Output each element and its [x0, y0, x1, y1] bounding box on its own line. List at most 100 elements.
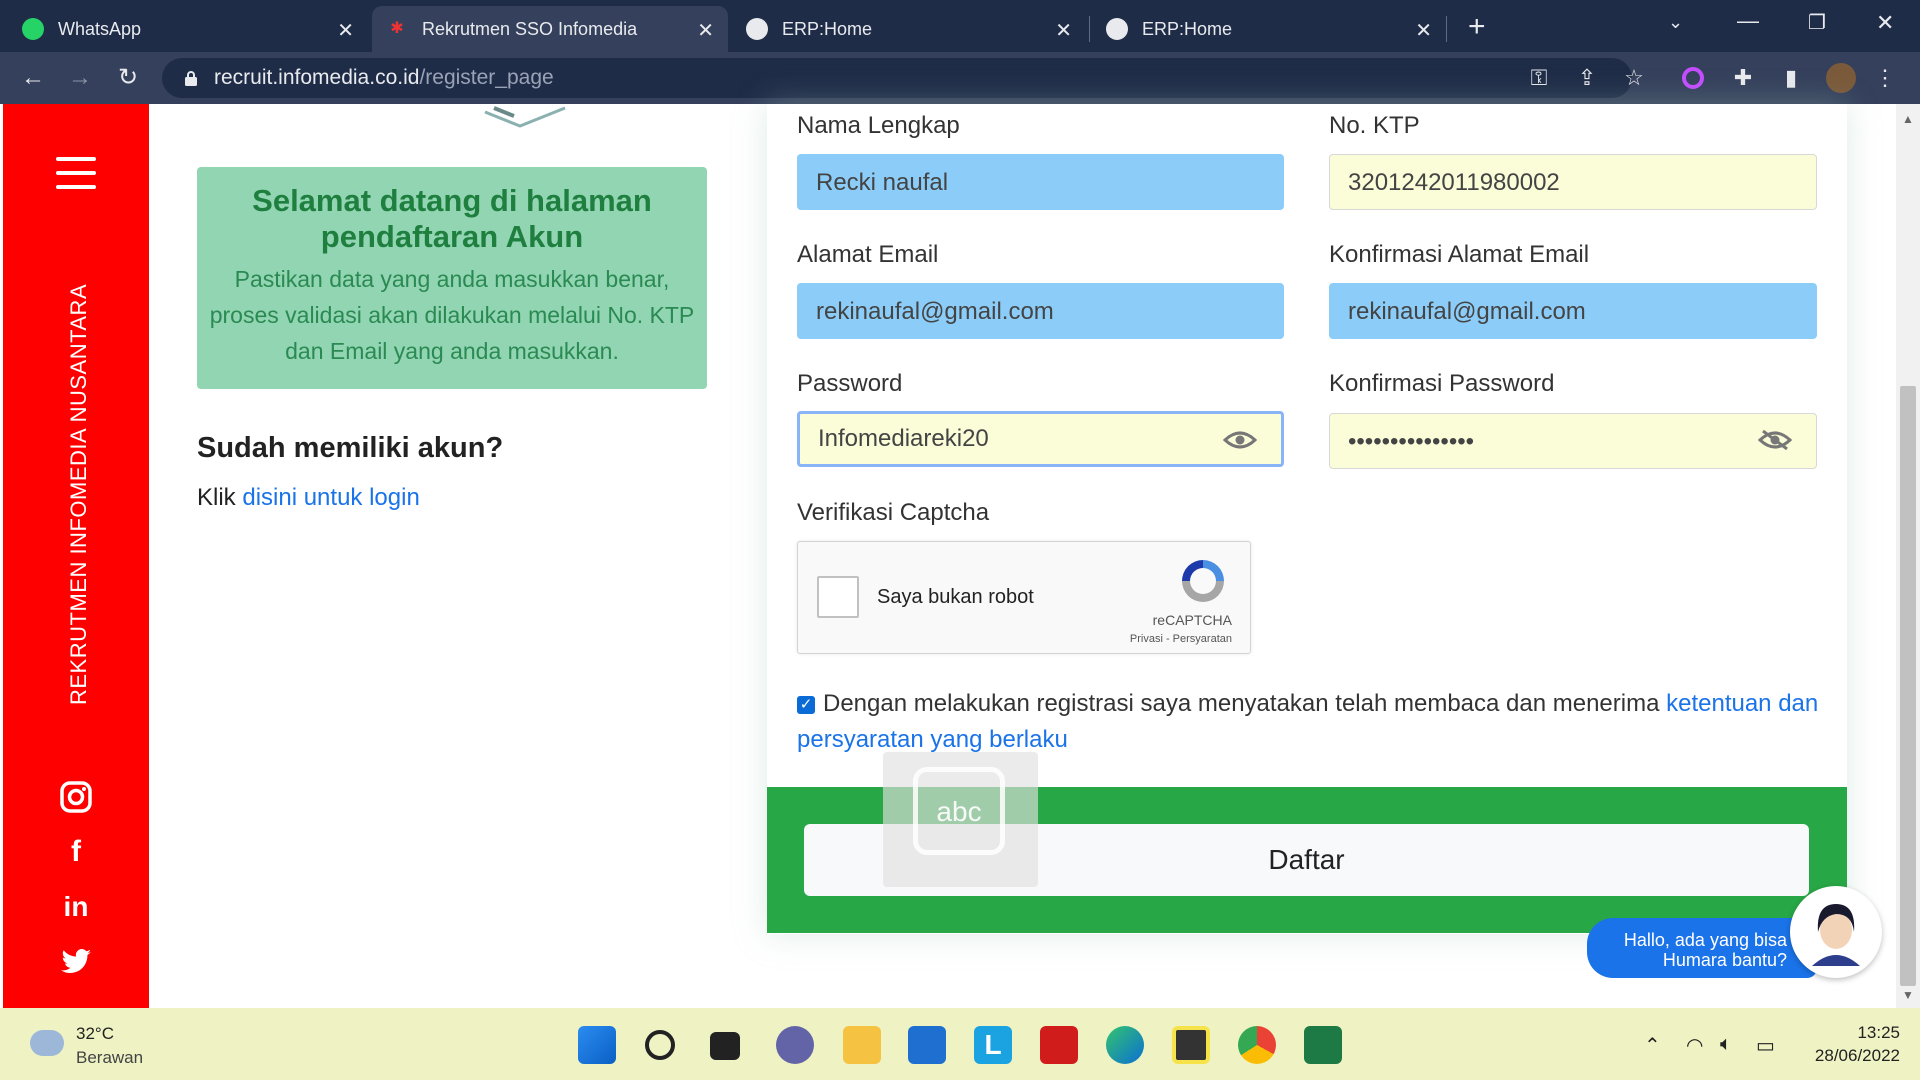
- scrollbar-thumb[interactable]: [1900, 386, 1916, 986]
- hamburger-menu-icon[interactable]: [56, 157, 96, 191]
- l-app-icon[interactable]: L: [974, 1026, 1012, 1064]
- windows-start-icon[interactable]: [578, 1026, 616, 1064]
- weather-temp[interactable]: 32°C: [76, 1024, 114, 1044]
- email-label: Alamat Email: [797, 241, 939, 268]
- back-icon[interactable]: ←: [17, 62, 49, 94]
- minimize-icon[interactable]: —: [1737, 8, 1759, 34]
- terms-checkbox[interactable]: ✓: [797, 696, 815, 714]
- file-explorer-icon[interactable]: [843, 1026, 881, 1064]
- password-value: Infomediareki20: [818, 425, 989, 452]
- mcafee-icon[interactable]: [1040, 1026, 1078, 1064]
- clock-time[interactable]: 13:25: [1808, 1023, 1900, 1043]
- password-confirm-label: Konfirmasi Password: [1329, 370, 1555, 397]
- browser-tab-bar: WhatsApp ✕ ✱ Rekrutmen SSO Infomedia ✕ E…: [0, 0, 1920, 52]
- url-path: /register_page: [419, 66, 554, 89]
- tab-title: Rekrutmen SSO Infomedia: [422, 18, 638, 39]
- extensions-puzzle-icon[interactable]: ✚: [1730, 65, 1756, 91]
- tab-search-icon[interactable]: ⌄: [1668, 12, 1683, 33]
- chat-assistant-avatar[interactable]: [1790, 886, 1882, 978]
- password-label: Password: [797, 370, 903, 397]
- ktp-input[interactable]: 3201242011980002: [1329, 154, 1817, 210]
- whatsapp-icon: [22, 18, 44, 40]
- forward-icon[interactable]: →: [64, 62, 96, 94]
- welcome-body: Pastikan data yang anda masukkan benar, …: [209, 266, 695, 364]
- bookmark-star-icon[interactable]: ☆: [1621, 65, 1647, 91]
- tab-whatsapp[interactable]: WhatsApp ✕: [8, 6, 368, 52]
- search-icon[interactable]: [645, 1030, 675, 1060]
- tab-rekrutmen[interactable]: ✱ Rekrutmen SSO Infomedia ✕: [372, 6, 728, 52]
- login-link[interactable]: disini untuk login: [242, 484, 419, 511]
- tab-separator: [1446, 16, 1447, 42]
- tab-separator: [1089, 16, 1090, 42]
- nama-input[interactable]: Recki naufal: [797, 154, 1284, 210]
- captcha-label: Verifikasi Captcha: [797, 499, 990, 526]
- task-view-icon[interactable]: [710, 1032, 740, 1060]
- new-tab-icon[interactable]: +: [1468, 10, 1486, 44]
- teams-chat-icon[interactable]: [776, 1026, 814, 1064]
- share-icon[interactable]: ⇪: [1574, 65, 1600, 91]
- scroll-down-icon[interactable]: ▼: [1900, 988, 1916, 1004]
- floating-keyboard-widget[interactable]: abc: [883, 752, 1038, 887]
- nama-label: Nama Lengkap: [797, 112, 960, 139]
- weather-desc[interactable]: Berawan: [76, 1048, 143, 1068]
- have-account-heading: Sudah memiliki akun?: [197, 432, 504, 464]
- login-prefix: Klik: [197, 484, 236, 511]
- close-icon[interactable]: ✕: [1415, 18, 1432, 43]
- chat-bubble[interactable]: Hallo, ada yang bisa Humara bantu?: [1587, 918, 1817, 978]
- close-icon[interactable]: ✕: [1055, 18, 1072, 43]
- wifi-icon[interactable]: ◠: [1686, 1033, 1703, 1058]
- key-icon[interactable]: ⚿: [1526, 65, 1552, 91]
- more-menu-icon[interactable]: ⋮: [1872, 65, 1898, 91]
- weather-cloud-icon: [30, 1030, 64, 1056]
- chrome-icon[interactable]: [1238, 1026, 1276, 1064]
- tab-title: WhatsApp: [58, 18, 142, 39]
- tab-erp-home-1[interactable]: ERP:Home ✕: [732, 6, 1086, 52]
- tab-erp-home-2[interactable]: ERP:Home ✕: [1092, 6, 1446, 52]
- lock-icon: [185, 71, 197, 86]
- captcha-terms[interactable]: Privasi - Persyaratan: [1130, 633, 1232, 645]
- password-input[interactable]: Infomediareki20: [797, 411, 1284, 467]
- restore-icon[interactable]: ❐: [1808, 10, 1826, 35]
- clock-date[interactable]: 28/06/2022: [1790, 1046, 1900, 1066]
- assistant-avatar-icon: [1794, 890, 1878, 974]
- captcha-brand: reCAPTCHA: [1152, 612, 1232, 628]
- password-confirm-value: •••••••••••••••: [1348, 428, 1475, 455]
- facebook-icon[interactable]: f: [58, 834, 94, 870]
- edge-icon[interactable]: [1106, 1026, 1144, 1064]
- microsoft-store-icon[interactable]: [908, 1026, 946, 1064]
- windows-taskbar: [0, 1008, 1920, 1080]
- color-extension-icon[interactable]: [1682, 67, 1704, 89]
- illustration-fragment: [484, 106, 566, 128]
- ktp-label: No. KTP: [1329, 112, 1420, 139]
- volume-icon[interactable]: 🔈︎: [1720, 1033, 1732, 1056]
- address-bar[interactable]: recruit.infomedia.co.id/register_page: [162, 58, 1632, 98]
- profile-avatar[interactable]: [1826, 63, 1856, 93]
- instagram-icon[interactable]: [58, 779, 94, 815]
- login-line: Klik disini untuk login: [197, 484, 420, 512]
- tab-title: ERP:Home: [782, 18, 873, 39]
- window-close-icon[interactable]: ✕: [1876, 10, 1894, 36]
- globe-icon: [746, 18, 768, 40]
- infomedia-favicon: ✱: [390, 20, 404, 37]
- reload-icon[interactable]: ↻: [112, 62, 144, 94]
- close-icon[interactable]: ✕: [697, 18, 714, 43]
- abc-icon: abc: [913, 767, 1005, 855]
- excel-icon[interactable]: [1304, 1026, 1342, 1064]
- password-confirm-input[interactable]: •••••••••••••••: [1329, 413, 1817, 469]
- side-panel-icon[interactable]: ▮: [1778, 65, 1804, 91]
- eye-icon[interactable]: [1223, 430, 1257, 450]
- email-input[interactable]: rekinaufal@gmail.com: [797, 283, 1284, 339]
- linkedin-icon[interactable]: in: [58, 889, 94, 925]
- email-confirm-label: Konfirmasi Alamat Email: [1329, 241, 1590, 268]
- sticky-notes-icon[interactable]: [1172, 1026, 1210, 1064]
- captcha-checkbox[interactable]: [817, 576, 859, 618]
- globe-icon: [1106, 18, 1128, 40]
- tray-chevron-icon[interactable]: ⌃: [1644, 1033, 1661, 1058]
- twitter-icon[interactable]: [58, 944, 94, 980]
- close-icon[interactable]: ✕: [337, 18, 354, 43]
- eye-slash-icon[interactable]: [1758, 430, 1792, 450]
- scroll-up-icon[interactable]: ▲: [1900, 112, 1916, 128]
- email-confirm-input[interactable]: rekinaufal@gmail.com: [1329, 283, 1817, 339]
- recaptcha-logo-icon: [1182, 560, 1224, 602]
- battery-icon[interactable]: ▭: [1756, 1033, 1775, 1058]
